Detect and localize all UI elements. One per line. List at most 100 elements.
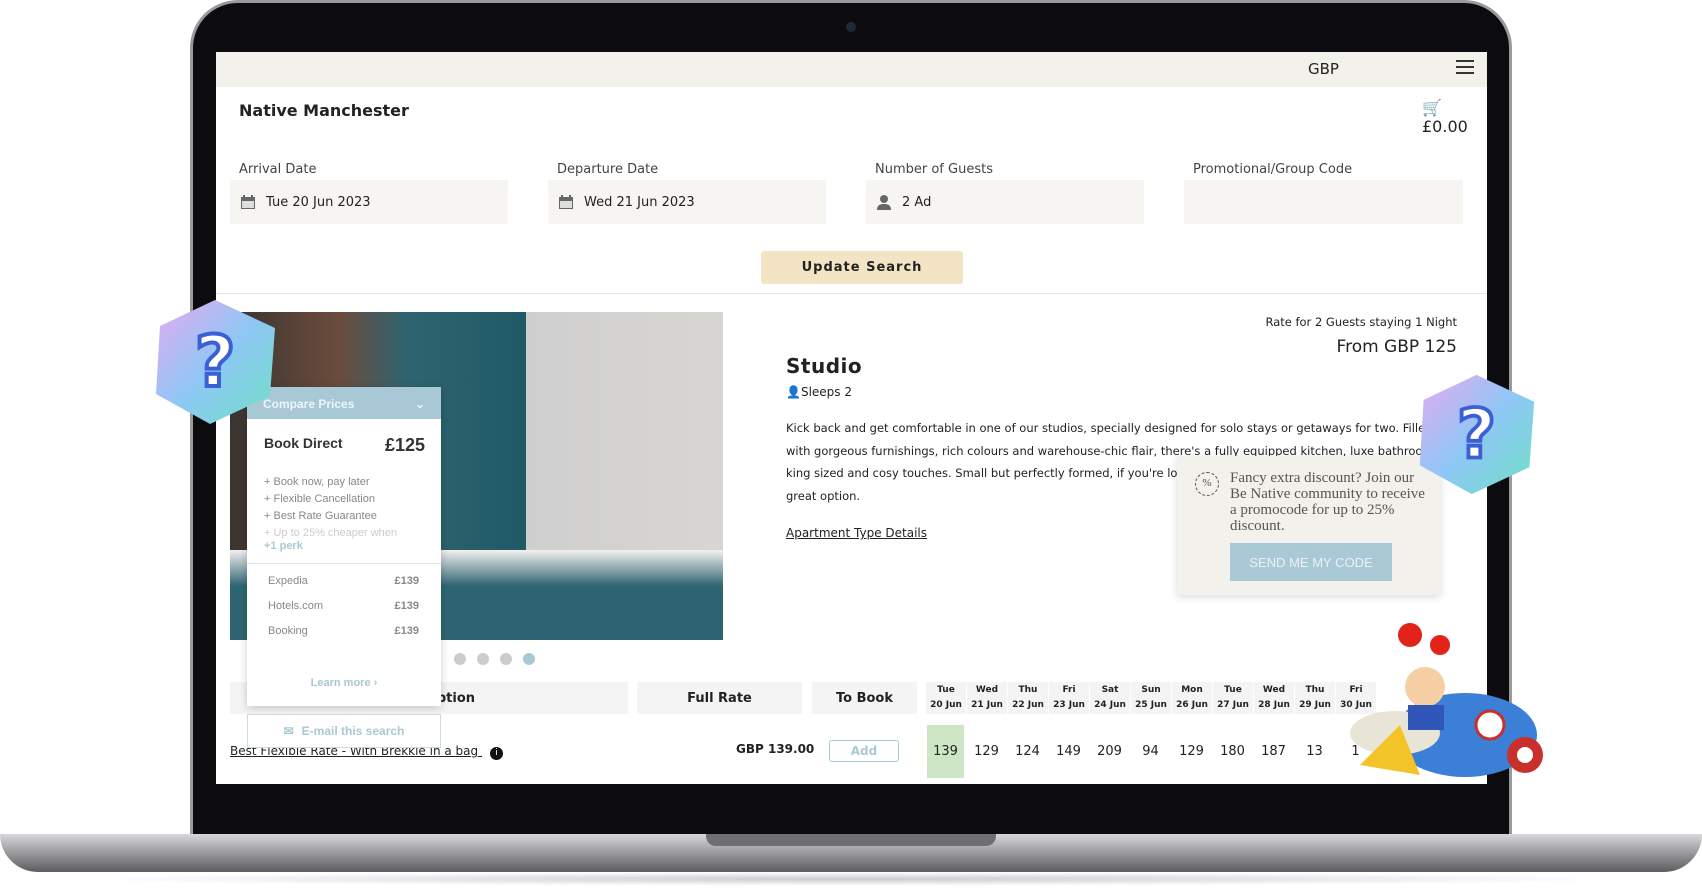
svg-text:?: ? xyxy=(195,321,236,403)
date-header: Sun 25 Jun xyxy=(1131,682,1171,714)
arrival-label: Arrival Date xyxy=(239,162,317,177)
date-day: Sat xyxy=(1101,685,1119,695)
carousel-dot-active[interactable] xyxy=(523,653,535,665)
price-cell[interactable]: 129 xyxy=(1173,725,1210,778)
date-header: Tue 27 Jun xyxy=(1213,682,1253,714)
col-to-book: To Book xyxy=(812,682,917,714)
direct-price: £125 xyxy=(384,435,425,455)
carousel-dot[interactable] xyxy=(500,653,512,665)
send-code-button[interactable]: SEND ME MY CODE xyxy=(1230,543,1392,581)
currency-selector[interactable]: GBP xyxy=(1308,60,1339,78)
email-search-button[interactable]: ✉ E-mail this search xyxy=(247,714,441,748)
learn-more-link[interactable]: Learn more › xyxy=(247,677,441,689)
date-day: Sun xyxy=(1141,685,1161,695)
departure-date-field[interactable]: Wed 21 Jun 2023 xyxy=(548,180,826,224)
date-header: Thu 29 Jun xyxy=(1295,682,1335,714)
ota-price: £139 xyxy=(394,624,419,637)
date-date: 26 Jun xyxy=(1176,700,1208,710)
departure-value: Wed 21 Jun 2023 xyxy=(584,194,695,210)
info-icon[interactable]: i xyxy=(489,747,503,760)
date-header: Sat 24 Jun xyxy=(1090,682,1130,714)
col-full-rate: Full Rate xyxy=(637,682,802,714)
book-direct-label: Book Direct xyxy=(264,435,343,451)
add-button[interactable]: Add xyxy=(829,740,899,762)
date-date: 21 Jun xyxy=(971,700,1003,710)
date-day: Mon xyxy=(1181,685,1203,695)
hamburger-menu-icon[interactable] xyxy=(1456,60,1474,74)
description-end: great option. xyxy=(786,488,861,503)
perk: + Best Rate Guarantee xyxy=(264,510,377,522)
chevron-down-icon[interactable]: ⌄ xyxy=(415,397,425,411)
date-header: Wed 28 Jun xyxy=(1254,682,1294,714)
ota-name: Hotels.com xyxy=(268,599,324,612)
person-icon xyxy=(877,195,891,210)
price-cell[interactable]: 124 xyxy=(1009,725,1046,778)
date-header: Mon 26 Jun xyxy=(1172,682,1212,714)
mystery-box-decoration: ? xyxy=(156,300,275,424)
booking-page: GBP Native Manchester 🛒£0.00 Arrival Dat… xyxy=(216,52,1487,784)
promo-text: Fancy extra discount? Join our Be Native… xyxy=(1230,470,1425,534)
date-day: Thu xyxy=(1018,685,1038,695)
ota-price: £139 xyxy=(394,574,419,587)
date-date: 25 Jun xyxy=(1135,700,1167,710)
laptop-notch xyxy=(706,834,996,846)
promo-code-input[interactable] xyxy=(1184,180,1463,224)
date-date: 28 Jun xyxy=(1258,700,1290,710)
departure-label: Departure Date xyxy=(557,162,659,177)
date-day: Wed xyxy=(975,685,999,695)
perk: + Book now, pay later xyxy=(264,476,370,488)
price-cell[interactable]: 13 xyxy=(1296,725,1333,778)
room-name: Studio xyxy=(786,354,863,378)
cart-total: £0.00 xyxy=(1422,117,1468,136)
guests-label: Number of Guests xyxy=(875,162,993,177)
date-date: 22 Jun xyxy=(1012,700,1044,710)
property-name: Native Manchester xyxy=(239,101,409,120)
person-icon: 👤 xyxy=(786,385,801,399)
calendar-icon xyxy=(241,195,255,209)
date-day: Tue xyxy=(937,685,955,695)
guests-value: 2 Ad xyxy=(902,194,932,210)
ota-price: £139 xyxy=(394,599,419,612)
price-cell[interactable]: 94 xyxy=(1132,725,1169,778)
ota-name: Booking xyxy=(268,624,308,637)
toad-kart-decoration xyxy=(1350,615,1543,777)
price-cell[interactable]: 180 xyxy=(1214,725,1251,778)
price-cell[interactable]: 209 xyxy=(1091,725,1128,778)
carousel-dot[interactable] xyxy=(477,653,489,665)
price-cell-selected[interactable]: 139 xyxy=(927,725,964,778)
date-header: Wed 21 Jun xyxy=(967,682,1007,714)
carousel-dot[interactable] xyxy=(454,653,466,665)
ota-name: Expedia xyxy=(268,574,308,587)
date-day: Tue xyxy=(1224,685,1242,695)
date-day: Fri xyxy=(1062,685,1076,695)
date-date: 23 Jun xyxy=(1053,700,1085,710)
sleeps-info: 👤Sleeps 2 xyxy=(786,385,852,399)
cart-icon: 🛒 xyxy=(1422,98,1442,117)
guests-field[interactable]: 2 Ad xyxy=(866,180,1144,224)
apartment-type-details-link[interactable]: Apartment Type Details xyxy=(786,526,927,540)
ota-row: Hotels.com £139 xyxy=(247,593,441,618)
price-cell[interactable]: 187 xyxy=(1255,725,1292,778)
arrival-date-field[interactable]: Tue 20 Jun 2023 xyxy=(230,180,508,224)
calendar-icon xyxy=(559,195,573,209)
top-bar: GBP xyxy=(216,52,1487,87)
svg-text:?: ? xyxy=(1457,396,1496,474)
percent-badge-icon: % xyxy=(1195,472,1219,496)
email-label: E-mail this search xyxy=(301,724,405,738)
update-search-button[interactable]: Update Search xyxy=(761,251,963,284)
ota-row: Booking £139 xyxy=(247,618,441,643)
price-cell[interactable]: 149 xyxy=(1050,725,1087,778)
date-date: 29 Jun xyxy=(1299,700,1331,710)
date-header: Tue 20 Jun xyxy=(926,682,966,714)
ota-row: Expedia £139 xyxy=(247,568,441,593)
mystery-box-decoration: ? xyxy=(1419,374,1535,495)
date-day: Wed xyxy=(1262,685,1286,695)
price-cell[interactable]: 129 xyxy=(968,725,1005,778)
perk: + Flexible Cancellation xyxy=(264,493,375,505)
webcam xyxy=(846,22,856,32)
date-day: Thu xyxy=(1305,685,1325,695)
envelope-icon: ✉ xyxy=(283,724,294,738)
arrival-value: Tue 20 Jun 2023 xyxy=(266,194,371,210)
laptop-shadow xyxy=(60,872,1640,886)
cart-button[interactable]: 🛒£0.00 xyxy=(1422,98,1487,136)
